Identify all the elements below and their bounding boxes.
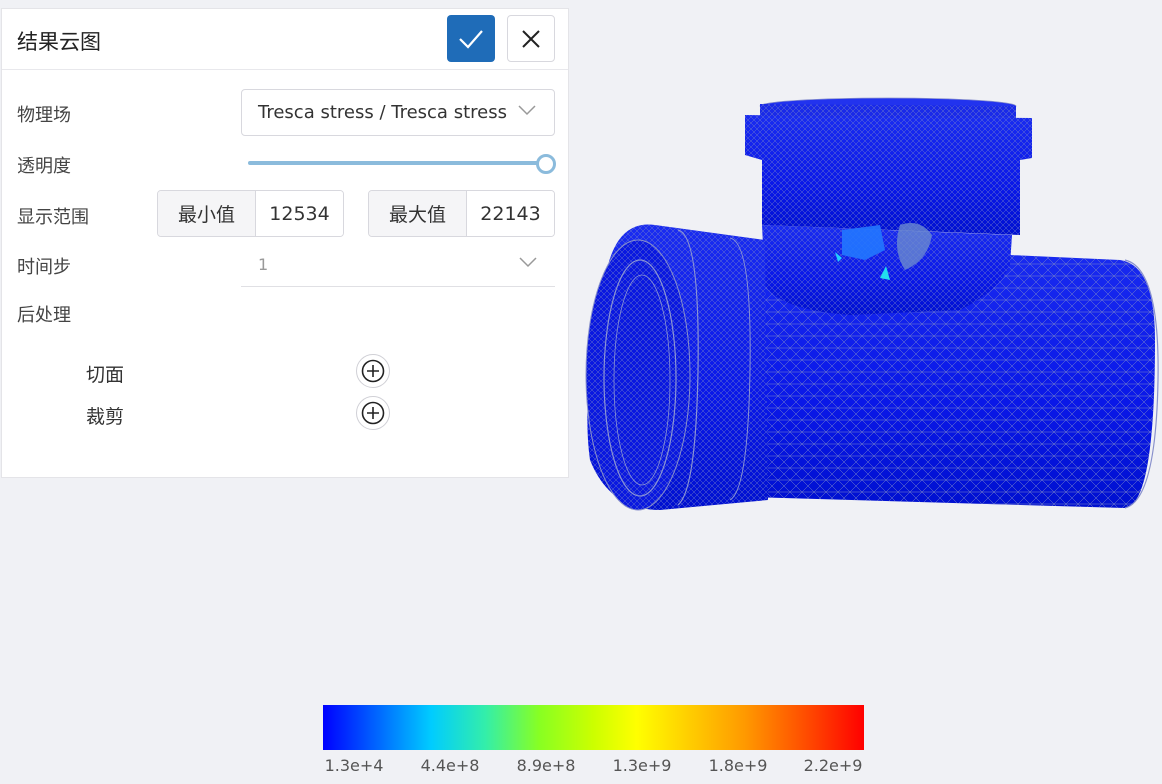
min-value-input[interactable]: 12534 [256,191,343,236]
min-label: 最小值 [158,191,256,236]
postprocess-label: 后处理 [17,305,71,326]
add-clip-button[interactable] [356,396,390,430]
close-icon [522,29,540,48]
result-contour-panel: 结果云图 物理场 Tresca stress / Tresca stress 透… [1,8,569,478]
legend-tick: 1.3e+9 [612,756,672,775]
confirm-button[interactable] [447,15,495,62]
post-item-section-label: 切面 [86,364,125,386]
panel-title: 结果云图 [17,30,101,54]
legend-tick: 2.2e+9 [803,756,863,775]
min-range-group: 最小值 12534 [157,190,344,237]
panel-header: 结果云图 [2,9,568,70]
legend-tick: 8.9e+8 [516,756,576,775]
opacity-slider-handle[interactable] [536,154,556,174]
legend-tick: 1.3e+4 [324,756,384,775]
legend-tick: 4.4e+8 [420,756,480,775]
close-button[interactable] [507,15,555,62]
timestep-label: 时间步 [17,257,71,278]
chevron-down-icon [519,257,537,268]
max-label: 最大值 [369,191,467,236]
field-select-value: Tresca stress / Tresca stress [258,102,507,123]
color-legend-bar [323,705,864,750]
max-range-group: 最大值 22143 [368,190,555,237]
legend-tick: 1.8e+9 [708,756,768,775]
chevron-down-icon [518,105,536,116]
check-icon [459,29,483,49]
tee-pipe-model[interactable] [580,90,1160,520]
plus-circle-icon [361,401,385,425]
timestep-value: 1 [258,255,269,274]
timestep-select[interactable]: 1 [241,243,555,287]
field-select[interactable]: Tresca stress / Tresca stress [241,89,555,136]
field-label: 物理场 [17,105,71,126]
opacity-slider-track[interactable] [248,161,544,165]
add-section-button[interactable] [356,354,390,388]
range-label: 显示范围 [17,207,89,228]
max-value-input[interactable]: 22143 [467,191,554,236]
plus-circle-icon [361,359,385,383]
opacity-label: 透明度 [17,156,71,177]
post-item-clip-label: 裁剪 [86,406,125,428]
